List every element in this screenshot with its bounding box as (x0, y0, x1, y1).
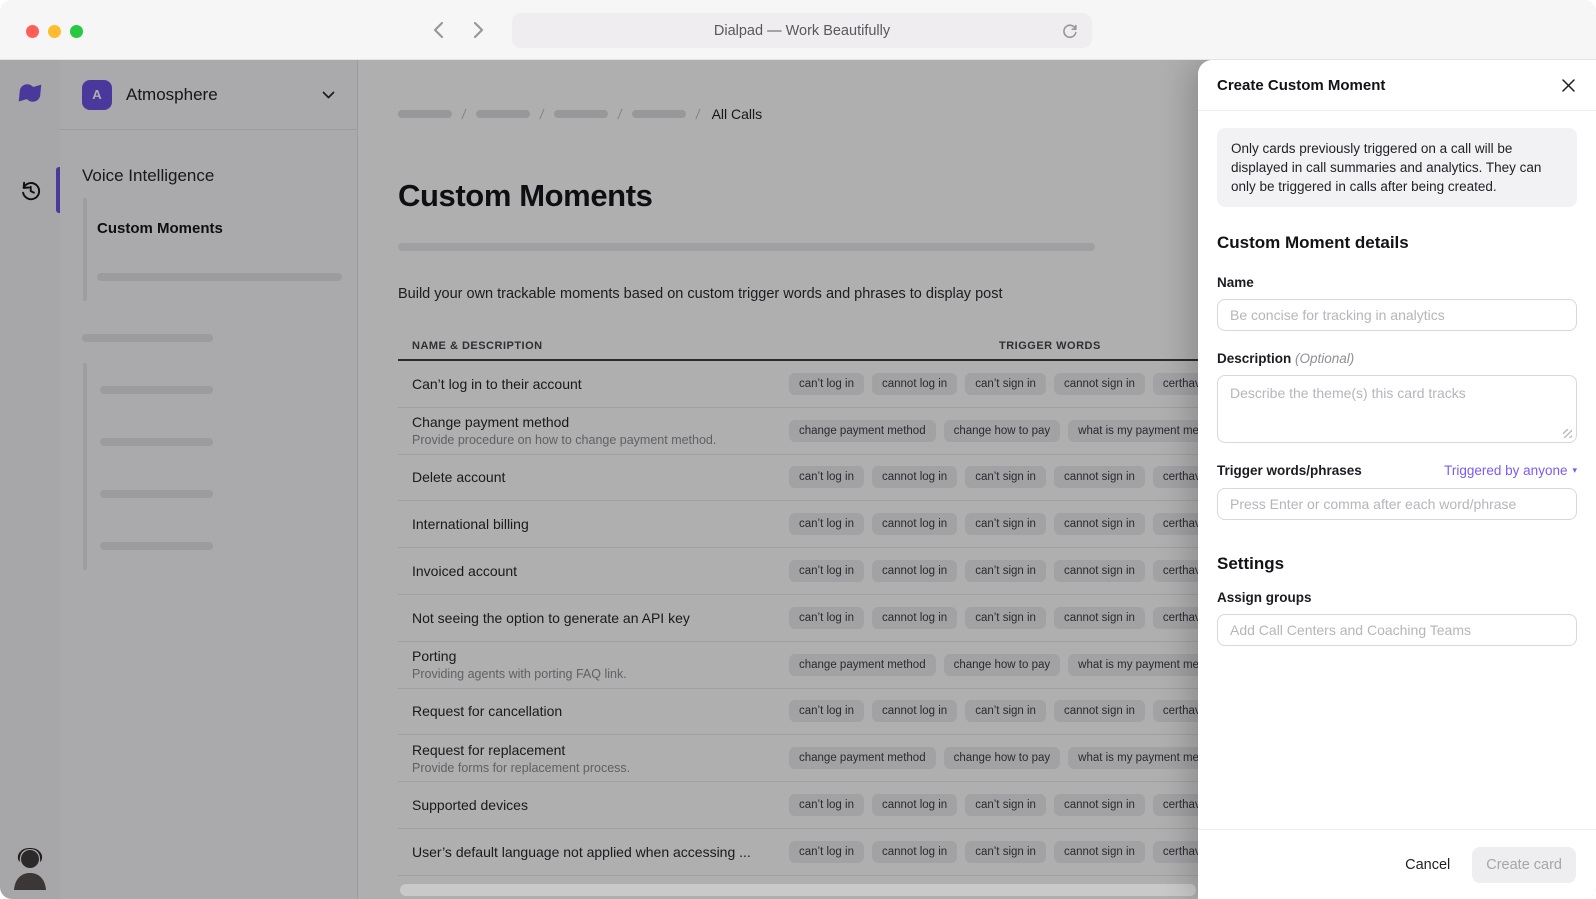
caret-down-icon: ▾ (1572, 465, 1577, 476)
assign-groups-field[interactable] (1217, 614, 1577, 646)
assign-groups-label: Assign groups (1217, 590, 1577, 605)
panel-title: Create Custom Moment (1217, 77, 1385, 94)
browser-window: Dialpad — Work Beautifully (0, 0, 1596, 899)
create-card-button[interactable]: Create card (1472, 847, 1576, 883)
app-area: A Atmosphere Voice Intelligence Custom M… (0, 60, 1596, 899)
page-title-text: Dialpad — Work Beautifully (714, 23, 890, 39)
resize-grip-icon[interactable] (1563, 429, 1572, 438)
browser-toolbar: Dialpad — Work Beautifully (0, 0, 1596, 60)
triggered-by-dropdown[interactable]: Triggered by anyone ▾ (1444, 463, 1577, 478)
name-field[interactable] (1217, 299, 1577, 331)
zoom-window-button[interactable] (70, 25, 83, 38)
close-window-button[interactable] (26, 25, 39, 38)
trigger-words-label: Trigger words/phrases (1217, 463, 1362, 478)
forward-icon[interactable] (468, 18, 488, 42)
horizontal-scrollbar[interactable] (400, 884, 1196, 896)
panel-header: Create Custom Moment (1198, 60, 1596, 111)
reload-icon[interactable] (1060, 21, 1080, 41)
minimize-window-button[interactable] (48, 25, 61, 38)
settings-heading: Settings (1217, 554, 1577, 574)
details-heading: Custom Moment details (1217, 233, 1577, 253)
name-label: Name (1217, 275, 1577, 290)
description-field[interactable] (1217, 375, 1577, 443)
close-icon[interactable] (1554, 71, 1582, 99)
cancel-button[interactable]: Cancel (1405, 857, 1450, 873)
back-icon[interactable] (428, 18, 448, 42)
create-custom-moment-panel: Create Custom Moment Only cards previous… (1198, 60, 1596, 899)
address-bar[interactable]: Dialpad — Work Beautifully (512, 13, 1092, 48)
info-notice: Only cards previously triggered on a cal… (1217, 128, 1577, 207)
trigger-words-field[interactable] (1217, 488, 1577, 520)
description-label: Description (Optional) (1217, 351, 1577, 366)
panel-footer: Cancel Create card (1198, 829, 1596, 899)
optional-hint: (Optional) (1295, 351, 1354, 366)
traffic-lights (26, 25, 83, 38)
